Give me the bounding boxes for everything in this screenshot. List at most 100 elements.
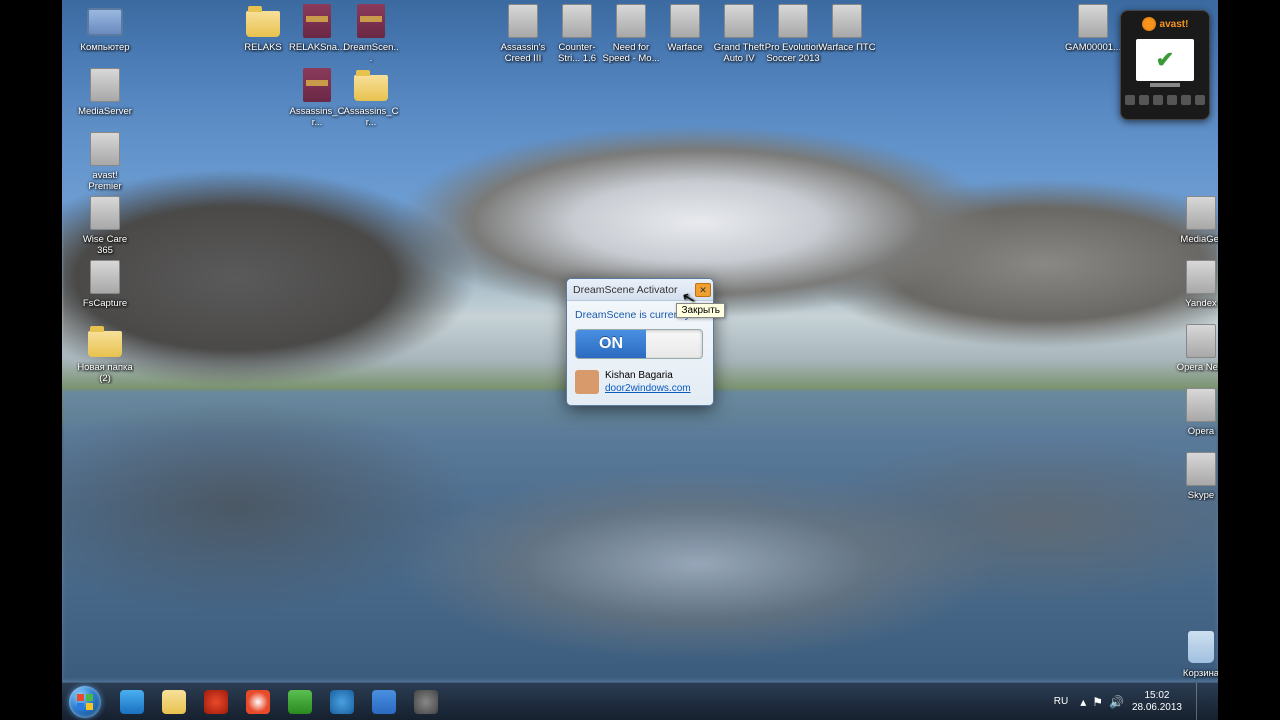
icon-label: Wise Care 365	[76, 234, 134, 256]
gadget-social-icons[interactable]	[1125, 95, 1205, 105]
exe-icon	[87, 132, 123, 168]
desktop-icon[interactable]: GAM00001...	[1064, 4, 1122, 53]
taskbar-pin-yandex[interactable]	[238, 685, 278, 719]
desktop-icon[interactable]: RELAKS	[234, 4, 292, 53]
desktop-icon[interactable]: Новая папка (2)	[76, 324, 134, 384]
exe-icon	[1183, 388, 1219, 424]
icon-label: FsCapture	[76, 298, 134, 309]
windows-orb-icon	[69, 686, 101, 718]
yandex-icon	[246, 690, 270, 714]
icon-label: DreamScen...	[342, 42, 400, 64]
desktop-icon[interactable]: Warface ПТС	[818, 4, 876, 53]
exe-icon	[1075, 4, 1111, 40]
folder-icon	[245, 4, 281, 40]
dreamscene-window[interactable]: DreamScene Activator ✕ ↖ Закрыть DreamSc…	[566, 278, 714, 406]
exe-icon	[1183, 260, 1219, 296]
icon-label: Компьютер	[76, 42, 134, 53]
desktop-icon[interactable]: Assassin's Creed III	[494, 4, 552, 64]
bin-icon	[1183, 630, 1219, 666]
desktop-icon[interactable]: MediaServer	[76, 68, 134, 117]
taskbar-pin-opera[interactable]	[196, 685, 236, 719]
exe-icon	[505, 4, 541, 40]
desktop-icon[interactable]: Wise Care 365	[76, 196, 134, 256]
icon-label: Warface	[656, 42, 714, 53]
desktop-icon[interactable]: Компьютер	[76, 4, 134, 53]
taskbar-pin-explorer[interactable]	[154, 685, 194, 719]
desktop-icon[interactable]: Assassins_Cr...	[288, 68, 346, 128]
explorer-icon	[162, 690, 186, 714]
mail-icon	[372, 690, 396, 714]
icon-label: GAM00001...	[1064, 42, 1122, 53]
taskbar[interactable]: RU ▴ ⚑ 🔊 15:02 28.06.2013	[62, 682, 1218, 720]
gadget-brand: avast!	[1142, 17, 1189, 31]
exe-icon	[721, 4, 757, 40]
desktop-icon[interactable]: DreamScen...	[342, 4, 400, 64]
exe-icon	[613, 4, 649, 40]
icon-label: Counter-Stri... 1.6	[548, 42, 606, 64]
tray-flag-icon[interactable]: ⚑	[1092, 695, 1103, 709]
author-link[interactable]: door2windows.com	[605, 382, 691, 395]
language-indicator[interactable]: RU	[1050, 694, 1072, 709]
desktop-icon[interactable]: Counter-Stri... 1.6	[548, 4, 606, 64]
desktop-icon[interactable]: Need for Speed - Mo...	[602, 4, 660, 64]
icon-label: Новая папка (2)	[76, 362, 134, 384]
desktop-icon[interactable]: Pro Evolution Soccer 2013	[764, 4, 822, 64]
rar-icon	[299, 4, 335, 40]
icon-label: Warface ПТС	[818, 42, 876, 53]
icon-label: RELAKSna...	[288, 42, 346, 53]
toggle-on-label: ON	[576, 330, 646, 358]
desktop-icon[interactable]: Warface	[656, 4, 714, 53]
folder-icon	[87, 324, 123, 360]
clock[interactable]: 15:02 28.06.2013	[1132, 690, 1182, 714]
exe-icon	[87, 260, 123, 296]
desktop-icon[interactable]: avast! Premier	[76, 132, 134, 192]
gadget-status-icon	[1136, 39, 1194, 81]
tray-volume-icon[interactable]: 🔊	[1109, 695, 1124, 709]
opera-icon	[204, 690, 228, 714]
desktop[interactable]: Компьютер MediaServer avast! Premier Wise C…	[62, 0, 1218, 720]
exe-icon	[87, 68, 123, 104]
desktop-icon[interactable]: FsCapture	[76, 260, 134, 309]
icon-label: MediaServer	[76, 106, 134, 117]
exe-icon	[829, 4, 865, 40]
icon-label: Grand Theft Auto IV	[710, 42, 768, 64]
author-avatar	[575, 370, 599, 394]
start-button[interactable]	[62, 683, 108, 720]
icon-label: Assassins_Cr...	[342, 106, 400, 128]
rar-icon	[299, 68, 335, 104]
taskbar-pin-mail[interactable]	[364, 685, 404, 719]
exe-icon	[1183, 452, 1219, 488]
icon-label: Pro Evolution Soccer 2013	[764, 42, 822, 64]
close-button[interactable]: ✕	[695, 283, 711, 297]
opera-next-icon	[414, 690, 438, 714]
exe-icon	[559, 4, 595, 40]
wallpaper-reflection	[62, 390, 1218, 680]
folder-icon	[353, 68, 389, 104]
tray-arrow-icon[interactable]: ▴	[1080, 695, 1086, 709]
desktop-icon[interactable]: Assassins_Cr...	[342, 68, 400, 128]
taskbar-pin-utorrent[interactable]	[280, 685, 320, 719]
utorrent-icon	[288, 690, 312, 714]
icon-label: Assassins_Cr...	[288, 106, 346, 128]
exe-icon	[1183, 196, 1219, 232]
taskbar-pin-internet-explorer[interactable]	[112, 685, 152, 719]
icon-label: avast! Premier	[76, 170, 134, 192]
rar-icon	[353, 4, 389, 40]
show-desktop-button[interactable]	[1196, 683, 1208, 720]
taskbar-pin-opera-next[interactable]	[406, 685, 446, 719]
author-name: Kishan Bagaria	[605, 369, 691, 382]
system-tray[interactable]: RU ▴ ⚑ 🔊 15:02 28.06.2013	[1050, 683, 1218, 720]
taskbar-pin-mediaget[interactable]	[322, 685, 362, 719]
mediaget-icon	[330, 690, 354, 714]
exe-icon	[775, 4, 811, 40]
desktop-icon[interactable]: RELAKSna...	[288, 4, 346, 53]
computer-icon	[87, 4, 123, 40]
avast-gadget[interactable]: avast!	[1120, 10, 1210, 120]
icon-label: Need for Speed - Mo...	[602, 42, 660, 64]
icon-label: Assassin's Creed III	[494, 42, 552, 64]
toggle-switch[interactable]: ON	[575, 329, 703, 359]
desktop-icon[interactable]: Grand Theft Auto IV	[710, 4, 768, 64]
exe-icon	[667, 4, 703, 40]
internet-explorer-icon	[120, 690, 144, 714]
exe-icon	[1183, 324, 1219, 360]
